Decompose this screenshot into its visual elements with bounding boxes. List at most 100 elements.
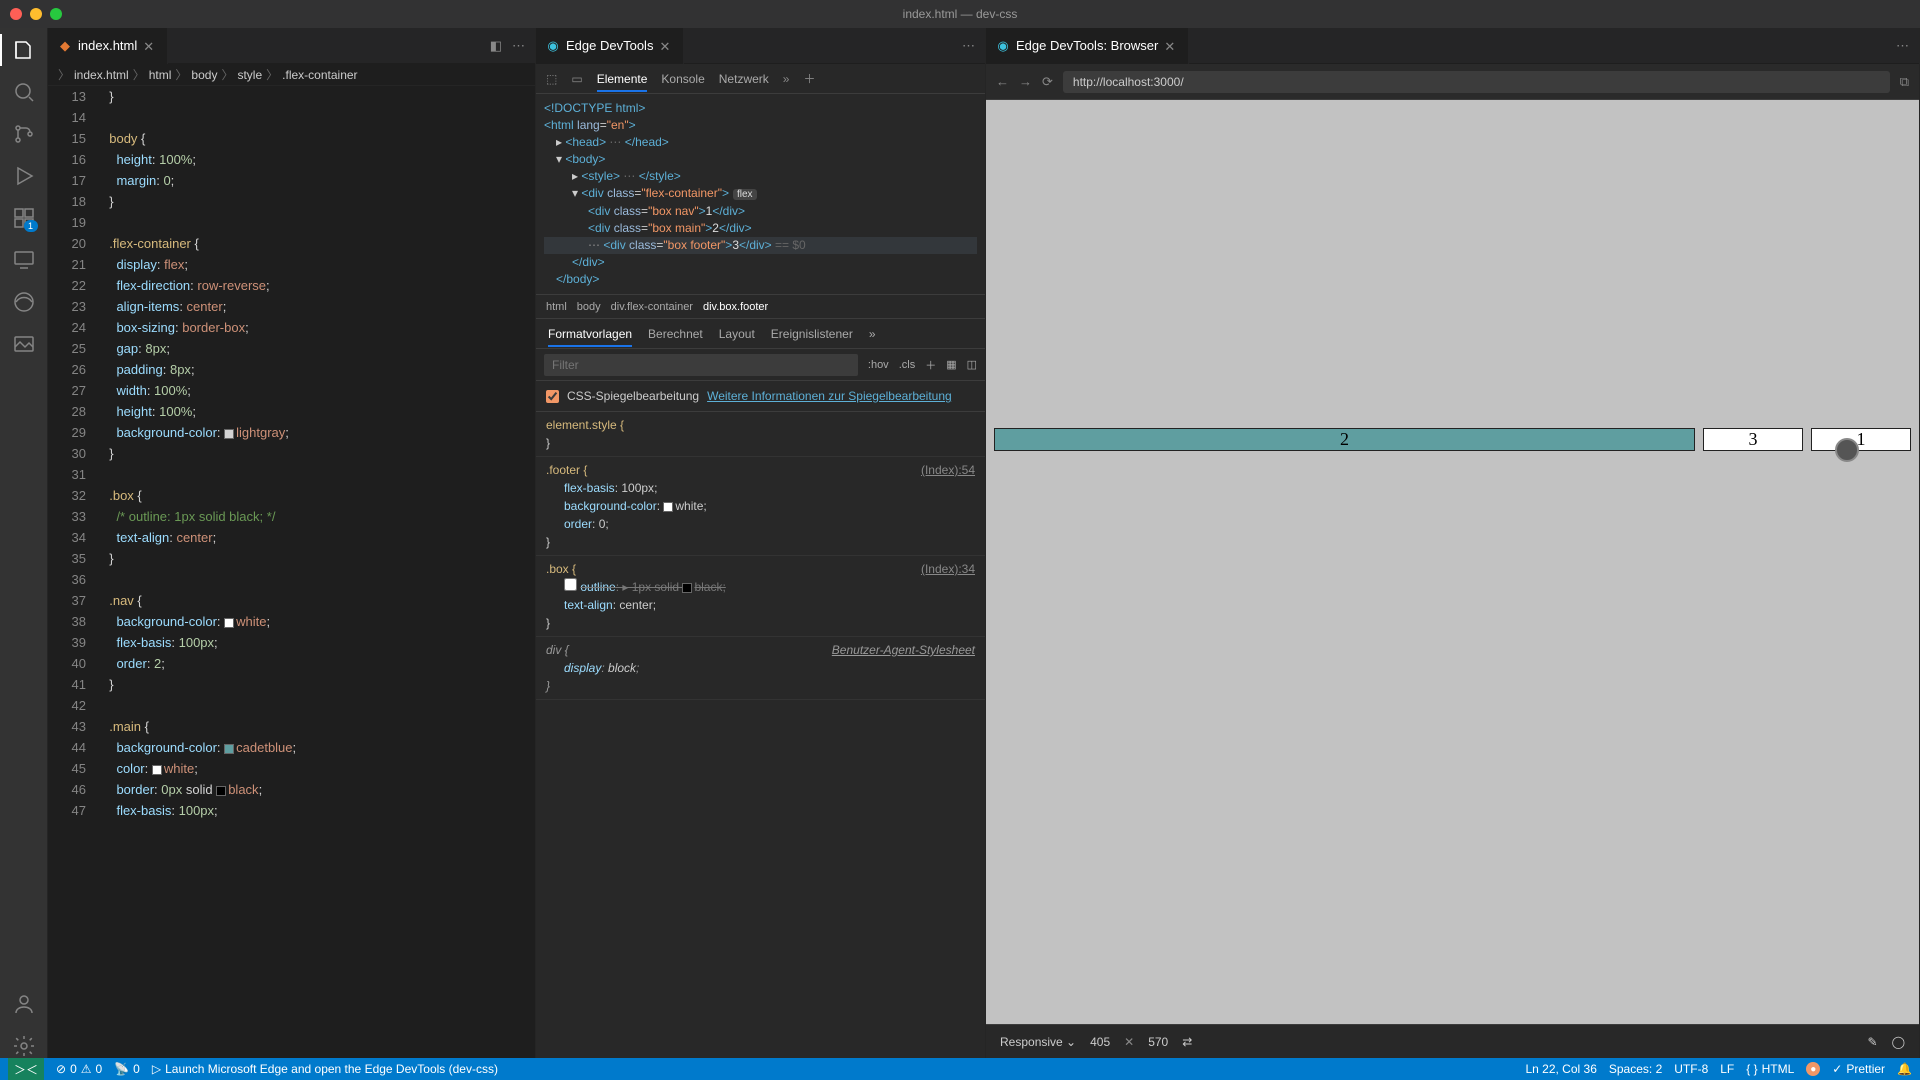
encoding[interactable]: UTF-8 <box>1674 1062 1708 1076</box>
inspect-element-icon[interactable]: ⬚ <box>546 72 557 86</box>
styles-toolbar: :hov .cls ＋ ▦ ◫ <box>536 349 985 381</box>
close-icon[interactable]: ✕ <box>143 39 157 53</box>
computed-tab[interactable]: Berechnet <box>648 321 703 347</box>
remote-explorer-icon[interactable] <box>12 248 36 272</box>
more-actions-icon[interactable]: ⋯ <box>1896 38 1909 54</box>
more-actions-icon[interactable]: ⋯ <box>962 38 975 54</box>
filter-input[interactable] <box>544 354 858 376</box>
accounts-icon[interactable] <box>12 992 36 1016</box>
launch-task[interactable]: ▷ Launch Microsoft Edge and open the Edg… <box>152 1062 498 1076</box>
edge-tools-icon[interactable] <box>12 290 36 314</box>
code-editor[interactable]: 1314151617181920212223242526272829303132… <box>48 86 535 1058</box>
settings-gear-icon[interactable] <box>12 1034 36 1058</box>
reload-icon[interactable]: ⟳ <box>1042 74 1053 90</box>
styles-tab[interactable]: Formatvorlagen <box>548 321 632 347</box>
tab-label: index.html <box>78 38 137 53</box>
dom-breadcrumb[interactable]: html body div.flex-container div.box.foo… <box>536 295 985 319</box>
viewport-width[interactable]: 405 <box>1090 1035 1110 1049</box>
layout-tab[interactable]: Layout <box>719 321 755 347</box>
mirror-link[interactable]: Weitere Informationen zur Spiegelbearbei… <box>707 389 952 403</box>
listeners-tab[interactable]: Ereignislistener <box>771 321 853 347</box>
notifications-icon[interactable]: 🔔 <box>1897 1062 1912 1076</box>
minimize-window[interactable] <box>30 8 42 20</box>
mirror-label: CSS-Spiegelbearbeitung <box>567 389 699 403</box>
window-title: index.html — dev-css <box>903 7 1018 21</box>
indentation[interactable]: Spaces: 2 <box>1609 1062 1662 1076</box>
styles-pane[interactable]: element.style { } .footer {(Index):54 fl… <box>536 412 985 1058</box>
breadcrumb[interactable]: 〉index.html 〉html 〉body 〉style 〉.flex-co… <box>48 64 535 86</box>
statusbar: ＞＜ ⊘ 0 ⚠ 0 📡 0 ▷ Launch Microsoft Edge a… <box>0 1058 1920 1080</box>
browser-tabs: ◉ Edge DevTools: Browser ✕ ⋯ <box>986 28 1919 64</box>
dom-tree[interactable]: <!DOCTYPE html> <html lang="en"> ▸ <head… <box>536 94 985 295</box>
styles-tabs: Formatvorlagen Berechnet Layout Ereignis… <box>536 319 985 349</box>
forward-icon[interactable]: → <box>1019 74 1032 89</box>
console-tab[interactable]: Konsole <box>661 66 704 92</box>
browser-toolbar: ← → ⟳ http://localhost:3000/ ⧉ <box>986 64 1919 100</box>
remote-indicator[interactable]: ＞＜ <box>8 1058 44 1080</box>
touch-cursor-icon <box>1835 438 1859 462</box>
tab-label: Edge DevTools: Browser <box>1016 38 1158 53</box>
editor-group-code: ◆ index.html ✕ ◧ ⋯ 〉index.html 〉html 〉bo… <box>48 28 536 1058</box>
more-actions-icon[interactable]: ⋯ <box>512 38 525 54</box>
device-toolbar-icon[interactable]: ▭ <box>571 72 582 86</box>
preview-box-1: 1 <box>1811 428 1911 451</box>
titlebar: index.html — dev-css <box>0 0 1920 28</box>
problems-indicator[interactable]: ⊘ 0 ⚠ 0 <box>56 1062 102 1076</box>
eol[interactable]: LF <box>1720 1062 1734 1076</box>
gallery-icon[interactable] <box>12 332 36 356</box>
device-toolbar: Responsive ⌄ 405 ✕ 570 ⇄ ✎ ◯ <box>986 1024 1919 1058</box>
browser-preview[interactable]: 1 3 2 <box>986 100 1919 1024</box>
explorer-icon[interactable] <box>12 38 36 62</box>
devtools-toolbar: ⬚ ▭ Elemente Konsole Netzwerk » ＋ <box>536 64 985 94</box>
close-window[interactable] <box>10 8 22 20</box>
source-control-icon[interactable] <box>12 122 36 146</box>
html-file-icon: ◆ <box>58 39 72 53</box>
devtools-tabs: ◉ Edge DevTools ✕ ⋯ <box>536 28 985 64</box>
activity-bar: 1 <box>0 28 48 1058</box>
close-icon[interactable]: ✕ <box>1164 39 1178 53</box>
more-tabs-icon[interactable]: » <box>783 72 790 86</box>
emulation-icon[interactable]: ◯ <box>1892 1035 1905 1049</box>
editor-tabs: ◆ index.html ✕ ◧ ⋯ <box>48 28 535 64</box>
more-tabs-icon[interactable]: » <box>869 321 876 347</box>
tab-edge-devtools[interactable]: ◉ Edge DevTools ✕ <box>536 28 684 64</box>
tab-actions: ◧ ⋯ <box>490 38 535 54</box>
preview-box-2: 2 <box>994 428 1695 451</box>
external-icon[interactable]: ⧉ <box>1900 74 1909 90</box>
prettier-status[interactable]: ✓ Prettier <box>1832 1062 1885 1076</box>
tab-index-html[interactable]: ◆ index.html ✕ <box>48 28 168 64</box>
cls-toggle[interactable]: .cls <box>899 359 916 371</box>
back-icon[interactable]: ← <box>996 74 1009 89</box>
cursor-position[interactable]: Ln 22, Col 36 <box>1525 1062 1596 1076</box>
split-editor-icon[interactable]: ◧ <box>490 38 502 54</box>
viewport-height[interactable]: 570 <box>1148 1035 1168 1049</box>
elements-tab[interactable]: Elemente <box>597 66 648 92</box>
editor-group-browser: ◉ Edge DevTools: Browser ✕ ⋯ ← → ⟳ http:… <box>986 28 1920 1058</box>
url-bar[interactable]: http://localhost:3000/ <box>1063 71 1890 93</box>
rule-toggle[interactable] <box>564 578 577 591</box>
language-mode[interactable]: { } HTML <box>1746 1062 1794 1076</box>
flex-container-preview: 1 3 2 <box>986 420 1919 459</box>
screencast-indicator[interactable]: ● <box>1806 1062 1820 1076</box>
css-mirror-row: CSS-Spiegelbearbeitung Weitere Informati… <box>536 381 985 412</box>
run-debug-icon[interactable] <box>12 164 36 188</box>
extensions-icon[interactable]: 1 <box>12 206 36 230</box>
tab-edge-browser[interactable]: ◉ Edge DevTools: Browser ✕ <box>986 28 1189 64</box>
computed-toggle-icon[interactable]: ▦ <box>946 358 956 371</box>
code-content[interactable]: } body { height: 100%; margin: 0; } .fle… <box>102 86 535 1058</box>
new-rule-icon[interactable]: ＋ <box>925 357 936 373</box>
mirror-checkbox[interactable] <box>546 390 559 403</box>
panel-layout-icon[interactable]: ◫ <box>967 358 977 371</box>
hov-toggle[interactable]: :hov <box>868 359 889 371</box>
screenshot-icon[interactable]: ✎ <box>1868 1035 1878 1049</box>
ports-indicator[interactable]: 📡 0 <box>114 1062 140 1076</box>
close-icon[interactable]: ✕ <box>659 39 673 53</box>
editor-group-devtools: ◉ Edge DevTools ✕ ⋯ ⬚ ▭ Elemente Konsole… <box>536 28 986 1058</box>
search-icon[interactable] <box>12 80 36 104</box>
add-tab-icon[interactable]: ＋ <box>803 70 815 87</box>
network-tab[interactable]: Netzwerk <box>719 66 769 92</box>
rotate-icon[interactable]: ⇄ <box>1182 1035 1192 1049</box>
maximize-window[interactable] <box>50 8 62 20</box>
device-mode-select[interactable]: Responsive ⌄ <box>1000 1035 1076 1049</box>
traffic-lights <box>0 8 62 20</box>
